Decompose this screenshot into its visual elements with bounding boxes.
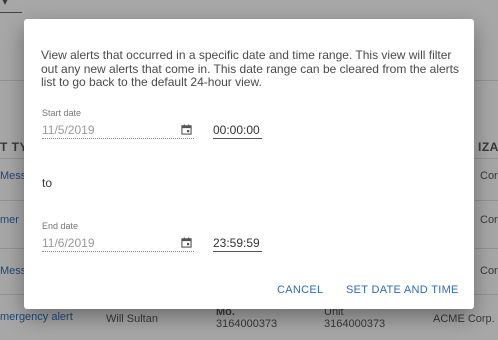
- start-date-label: Start date: [42, 108, 82, 118]
- end-date-value: 11/6/2019: [42, 236, 95, 250]
- date-range-dialog: View alerts that occurred in a specific …: [24, 19, 474, 309]
- start-time-field[interactable]: 00:00:00: [213, 120, 262, 139]
- end-date-field[interactable]: 11/6/2019: [42, 233, 194, 252]
- calendar-icon[interactable]: [181, 237, 192, 248]
- to-label: to: [42, 176, 53, 190]
- end-time-field[interactable]: 23:59:59: [213, 233, 262, 252]
- start-time-value: 00:00:00: [213, 123, 260, 137]
- dialog-description: View alerts that occurred in a specific …: [41, 48, 460, 89]
- cancel-button[interactable]: CANCEL: [277, 284, 323, 296]
- calendar-icon[interactable]: [181, 124, 192, 135]
- set-date-and-time-button[interactable]: SET DATE AND TIME: [346, 284, 459, 296]
- start-date-value: 11/5/2019: [42, 123, 95, 137]
- end-date-label: End date: [42, 221, 79, 231]
- end-time-value: 23:59:59: [213, 236, 260, 250]
- start-date-field[interactable]: 11/5/2019: [42, 120, 194, 139]
